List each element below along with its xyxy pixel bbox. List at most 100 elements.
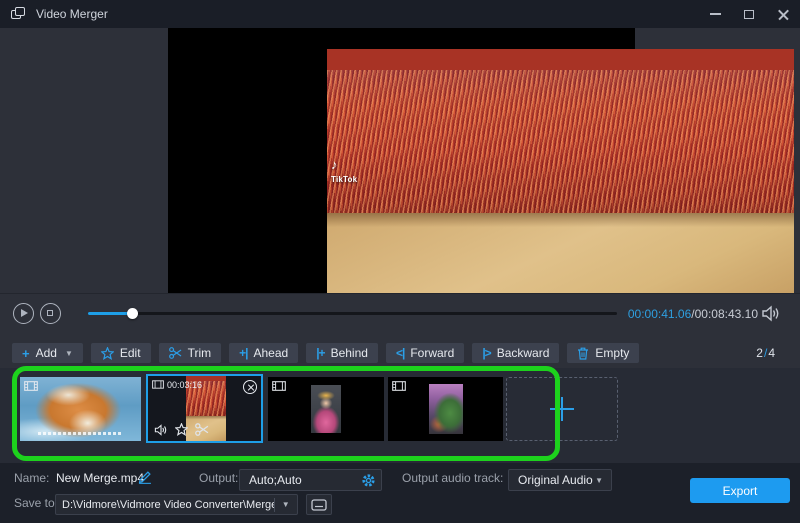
time-display: 00:00:41.06/00:08:43.10 xyxy=(628,307,758,321)
timeline-clip-cat[interactable] xyxy=(20,377,141,441)
cat-thumbnail xyxy=(20,377,141,441)
stop-icon xyxy=(47,310,53,316)
timeline-panel: 00:03:16 xyxy=(0,368,800,463)
tiktok-watermark-label: TikTok xyxy=(331,175,357,184)
empty-label: Empty xyxy=(595,346,629,360)
export-button[interactable]: Export xyxy=(690,478,790,503)
clip-audio-icon[interactable] xyxy=(154,424,168,436)
chevron-down-icon: ▼ xyxy=(595,476,611,485)
seek-fill xyxy=(88,312,132,315)
tiktok-note-icon: ♪ xyxy=(331,158,357,172)
preview-stage: ♪ TikTok xyxy=(168,28,635,293)
edit-label: Edit xyxy=(120,346,141,360)
total-time: /00:08:43.10 xyxy=(691,307,758,321)
name-label: Name: xyxy=(14,471,49,485)
trim-label: Trim xyxy=(188,346,212,360)
edit-button[interactable]: Edit xyxy=(91,343,151,363)
volume-button[interactable] xyxy=(761,305,781,323)
backward-label: Backward xyxy=(497,346,550,360)
video-merger-window: Video Merger ♪ TikTok xyxy=(0,0,800,523)
audio-track-label: Output audio track: xyxy=(402,471,503,485)
ahead-label: Ahead xyxy=(253,346,288,360)
film-icon xyxy=(24,381,38,391)
minimize-button[interactable] xyxy=(698,0,732,28)
forward-label: Forward xyxy=(410,346,454,360)
window-title: Video Merger xyxy=(36,7,108,21)
audio-track-value: Original Audio xyxy=(509,473,595,487)
move-backward-icon: |> xyxy=(482,347,490,359)
browse-folder-button[interactable] xyxy=(306,494,332,515)
play-icon xyxy=(21,309,28,317)
clip-badges xyxy=(154,423,209,436)
add-clip-slot[interactable] xyxy=(506,377,618,441)
timeline-clip-princess[interactable] xyxy=(268,377,384,441)
titlebar: Video Merger xyxy=(0,0,800,28)
tiktok-watermark: ♪ TikTok xyxy=(331,158,357,185)
clip-edit-icon[interactable] xyxy=(175,423,188,436)
princess-thumbnail xyxy=(311,385,341,433)
backward-button[interactable]: |> Backward xyxy=(472,343,559,363)
plus-icon xyxy=(550,397,574,421)
seek-track xyxy=(88,312,617,315)
close-button[interactable] xyxy=(766,0,800,28)
name-value: New Merge.mp4 xyxy=(56,471,144,485)
seek-handle[interactable] xyxy=(127,308,138,319)
timeline-clip-flowers-selected[interactable]: 00:03:16 xyxy=(146,374,263,443)
pencil-icon xyxy=(138,470,152,484)
add-button[interactable]: + Add ▼ xyxy=(12,343,83,363)
folder-icon xyxy=(311,499,327,511)
player-controls: 00:00:41.06/00:08:43.10 xyxy=(0,293,800,337)
green-scene-thumbnail xyxy=(429,384,463,434)
move-forward-icon: <| xyxy=(396,347,404,359)
ahead-button[interactable]: +| Ahead xyxy=(229,343,298,363)
app-icon xyxy=(11,7,27,21)
chevron-down-icon: ▼ xyxy=(274,500,297,509)
save-path-value: D:\Vidmore\Vidmore Video Converter\Merge… xyxy=(56,499,274,511)
film-icon xyxy=(392,381,406,391)
clip-counter: 2/4 xyxy=(756,346,775,360)
export-label: Export xyxy=(723,484,758,498)
timeline-clip-green-scene[interactable] xyxy=(388,377,503,441)
insert-ahead-icon: +| xyxy=(239,347,247,359)
output-format-value: Auto;Auto xyxy=(240,473,311,487)
speaker-icon xyxy=(761,305,781,322)
scissors-icon xyxy=(169,347,182,359)
add-label: Add xyxy=(36,346,57,360)
minimize-icon xyxy=(710,13,721,15)
output-settings-button[interactable] xyxy=(355,470,381,490)
output-settings-bar: Name: New Merge.mp4 Output: Auto;Auto Ou… xyxy=(0,463,800,523)
maximize-button[interactable] xyxy=(732,0,766,28)
plus-icon: + xyxy=(22,347,30,360)
stop-button[interactable] xyxy=(40,303,61,324)
remove-clip-button[interactable] xyxy=(243,380,257,394)
output-label: Output: xyxy=(199,471,238,485)
preview-area: ♪ TikTok xyxy=(0,28,800,293)
counter-current: 2 xyxy=(756,346,763,360)
trim-button[interactable]: Trim xyxy=(159,343,222,363)
insert-behind-icon: |+ xyxy=(316,347,324,359)
video-frame: ♪ TikTok xyxy=(327,49,794,314)
output-format-field[interactable]: Auto;Auto xyxy=(239,469,382,491)
current-time: 00:00:41.06 xyxy=(628,307,691,321)
save-path-select[interactable]: D:\Vidmore\Vidmore Video Converter\Merge… xyxy=(55,494,298,515)
rename-button[interactable] xyxy=(138,470,152,487)
film-icon xyxy=(272,381,286,391)
save-to-label: Save to: xyxy=(14,496,58,510)
seek-slider[interactable] xyxy=(88,304,617,322)
chevron-down-icon: ▼ xyxy=(65,349,73,358)
behind-button[interactable]: |+ Behind xyxy=(306,343,378,363)
audio-track-dropdown[interactable]: Original Audio ▼ xyxy=(508,469,612,491)
gear-icon xyxy=(361,473,376,488)
trash-icon xyxy=(577,347,589,360)
play-button[interactable] xyxy=(13,303,34,324)
clip-duration: 00:03:16 xyxy=(167,380,202,390)
close-icon xyxy=(778,9,789,20)
maximize-icon xyxy=(744,10,754,19)
forward-button[interactable]: <| Forward xyxy=(386,343,464,363)
behind-label: Behind xyxy=(331,346,368,360)
edit-toolbar: + Add ▼ Edit Trim +| xyxy=(0,337,800,368)
film-icon xyxy=(152,380,164,389)
empty-button[interactable]: Empty xyxy=(567,343,639,363)
counter-total: 4 xyxy=(768,346,775,360)
clip-trim-icon[interactable] xyxy=(195,423,209,436)
